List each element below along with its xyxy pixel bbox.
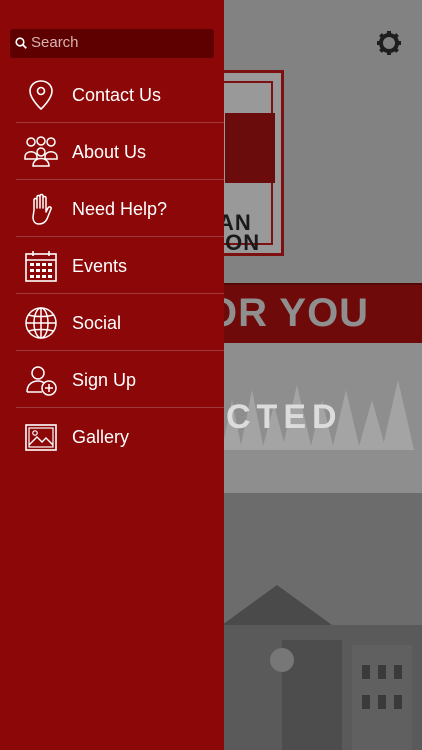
map-pin-icon bbox=[29, 80, 53, 111]
menu-item-need-help[interactable]: Need Help? bbox=[16, 180, 224, 237]
section-text: CTED bbox=[226, 398, 343, 436]
menu-item-gallery[interactable]: Gallery bbox=[16, 408, 224, 464]
calendar-icon bbox=[25, 251, 57, 282]
nav-drawer: Search Contact Us About Us Need Help? Ev… bbox=[0, 0, 224, 750]
menu-item-label: Contact Us bbox=[72, 85, 162, 105]
search-placeholder: Search bbox=[31, 34, 79, 51]
menu-item-label: Need Help? bbox=[72, 199, 168, 219]
hand-icon bbox=[32, 193, 52, 225]
people-icon bbox=[24, 136, 58, 167]
church-photo bbox=[222, 585, 422, 750]
search-input[interactable]: Search bbox=[10, 29, 214, 58]
menu-item-label: Events bbox=[72, 256, 128, 276]
logo-text-line2: ION bbox=[218, 230, 261, 255]
logo-building-graphic bbox=[225, 113, 275, 183]
add-user-icon bbox=[26, 366, 57, 396]
menu-item-label: Social bbox=[72, 313, 122, 333]
search-icon bbox=[15, 37, 27, 49]
menu-item-label: Sign Up bbox=[72, 370, 137, 390]
menu-item-social[interactable]: Social bbox=[16, 294, 224, 351]
menu-item-label: Gallery bbox=[72, 427, 130, 447]
menu-item-sign-up[interactable]: Sign Up bbox=[16, 351, 224, 408]
image-icon bbox=[25, 424, 57, 451]
menu-item-about-us[interactable]: About Us bbox=[16, 123, 224, 180]
globe-icon bbox=[25, 307, 57, 339]
menu-item-label: About Us bbox=[72, 142, 147, 162]
menu-item-events[interactable]: Events bbox=[16, 237, 224, 294]
menu-list: Contact Us About Us Need Help? Events So… bbox=[0, 66, 224, 464]
banner-text: OR YOU bbox=[206, 291, 370, 335]
gear-icon[interactable] bbox=[376, 30, 402, 56]
menu-item-contact-us[interactable]: Contact Us bbox=[16, 66, 224, 123]
